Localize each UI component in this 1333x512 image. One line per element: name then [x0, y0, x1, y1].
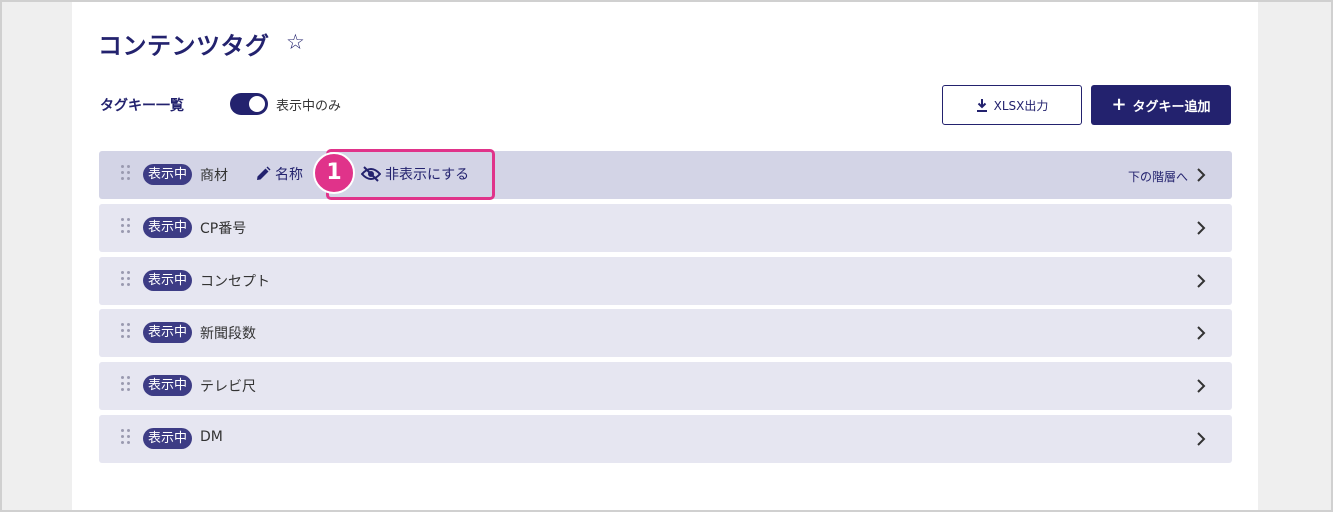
- xlsx-export-label: XLSX出力: [993, 98, 1049, 113]
- drag-handle-icon[interactable]: [121, 429, 131, 445]
- chevron-right-icon[interactable]: [1194, 324, 1208, 342]
- drag-handle-icon[interactable]: [121, 165, 131, 181]
- add-tag-key-button[interactable]: + タグキー追加: [1091, 85, 1231, 125]
- download-icon: [976, 98, 987, 112]
- add-tag-key-label: タグキー追加: [1132, 99, 1211, 115]
- tag-row-label: テレビ尺: [200, 379, 256, 395]
- status-badge: 表示中: [143, 322, 193, 343]
- drag-handle-icon[interactable]: [121, 218, 131, 234]
- status-badge: 表示中: [143, 217, 193, 238]
- status-badge: 表示中: [143, 164, 193, 185]
- tag-row-label: 新聞段数: [200, 326, 256, 342]
- rename-button[interactable]: 名称: [255, 164, 303, 184]
- status-badge: 表示中: [143, 428, 193, 449]
- star-outline-icon[interactable]: ☆: [286, 30, 305, 54]
- toggle-knob: [249, 96, 265, 112]
- visible-only-toggle[interactable]: [230, 93, 268, 115]
- pencil-icon: [257, 166, 271, 180]
- tag-row[interactable]: 表示中 CP番号: [99, 204, 1232, 252]
- tag-row-label: 商材: [200, 168, 228, 184]
- drag-handle-icon[interactable]: [121, 376, 131, 392]
- tag-key-list-heading: タグキー一覧: [100, 98, 184, 114]
- drag-handle-icon[interactable]: [121, 323, 131, 339]
- status-badge: 表示中: [143, 375, 193, 396]
- tag-row-label: コンセプト: [200, 274, 270, 290]
- visible-only-label: 表示中のみ: [276, 99, 342, 114]
- chevron-right-icon[interactable]: [1194, 219, 1208, 237]
- chevron-right-icon[interactable]: [1194, 430, 1208, 448]
- status-badge: 表示中: [143, 270, 193, 291]
- next-level-link[interactable]: 下の階層へ: [1128, 168, 1188, 185]
- tag-row[interactable]: 表示中 新聞段数: [99, 309, 1232, 357]
- xlsx-export-button[interactable]: XLSX出力: [942, 85, 1082, 125]
- tag-row[interactable]: 表示中 テレビ尺: [99, 362, 1232, 410]
- chevron-right-icon[interactable]: [1194, 272, 1208, 290]
- rename-label: 名称: [275, 167, 303, 183]
- page-title: コンテンツタグ: [98, 32, 270, 60]
- tag-row[interactable]: 表示中 コンセプト: [99, 257, 1232, 305]
- tag-row[interactable]: 表示中 商材 名称 非表示にする 下の階層へ: [99, 151, 1232, 199]
- tag-row[interactable]: 表示中 DM: [99, 415, 1232, 463]
- drag-handle-icon[interactable]: [121, 271, 131, 287]
- chevron-right-icon[interactable]: [1194, 166, 1208, 184]
- plus-icon: +: [1111, 94, 1127, 115]
- annotation-step-number: 1: [313, 152, 355, 194]
- tag-row-label: DM: [200, 429, 223, 445]
- tag-row-label: CP番号: [200, 221, 247, 237]
- chevron-right-icon[interactable]: [1194, 377, 1208, 395]
